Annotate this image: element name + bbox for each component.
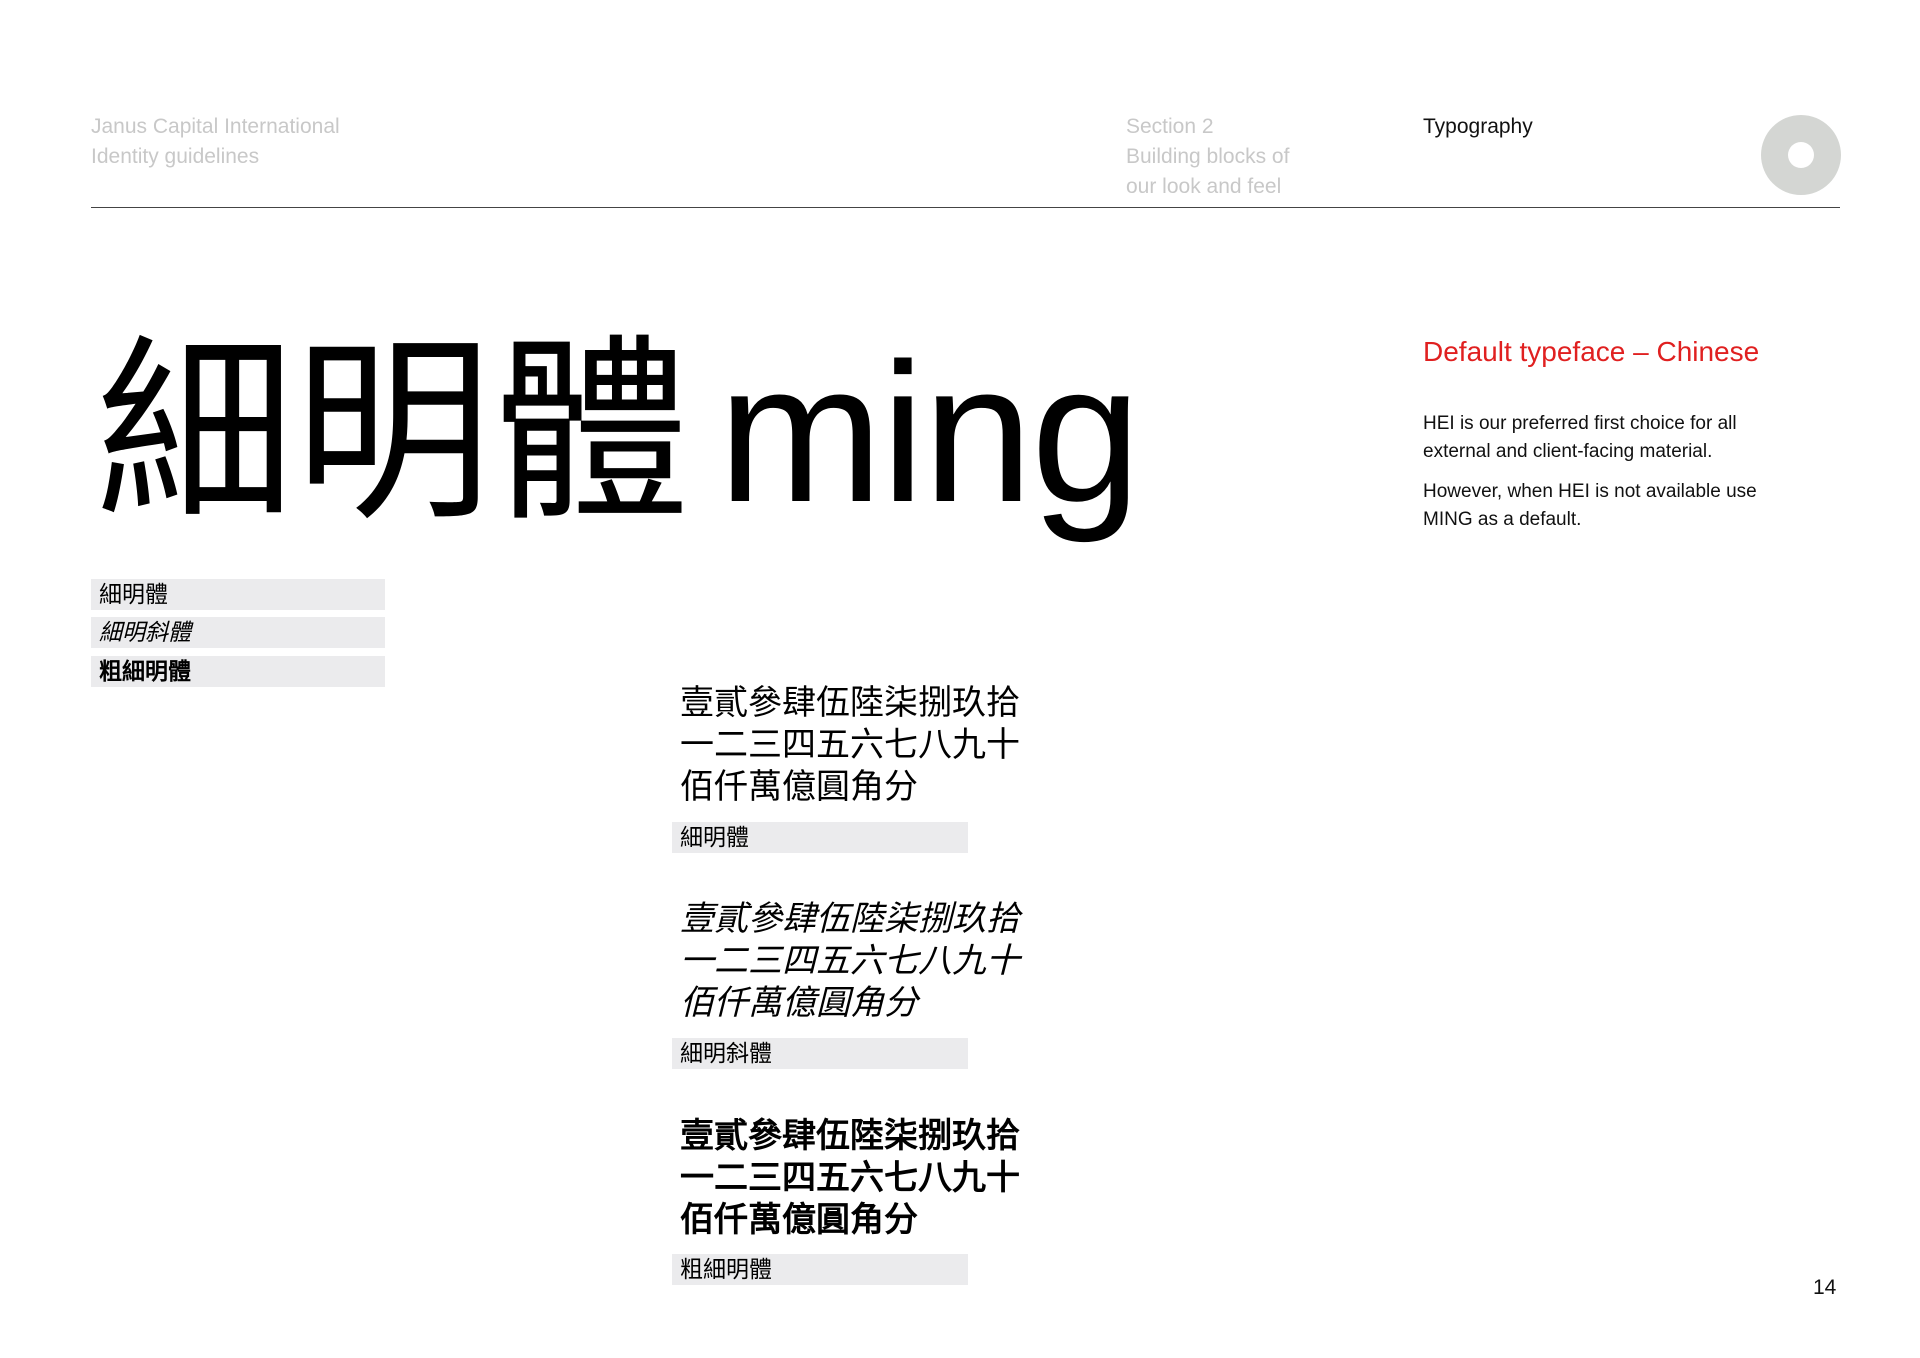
paragraph-line: MING as a default.	[1423, 509, 1582, 530]
paragraph-line: external and client-facing material.	[1423, 441, 1713, 462]
hero-cjk: 細明體	[96, 317, 690, 548]
sample-line: 壹貳參肆伍陸柒捌玖拾	[680, 899, 1020, 939]
hero-title: 細明體 ming	[96, 317, 1141, 548]
weight-tag-regular: 細明體	[91, 579, 385, 610]
hero-latin: ming	[718, 322, 1141, 543]
sample-line: 佰仟萬億圓角分	[680, 983, 918, 1023]
sidebar-paragraph-1: HEI is our preferred first choice for al…	[1423, 410, 1843, 466]
section-title-line-1: Building blocks of	[1126, 145, 1290, 168]
sample-line: 一二三四五六七八九十	[680, 725, 1020, 765]
paragraph-line: However, when HEI is not available use	[1423, 481, 1757, 502]
brand-name: Janus Capital International	[91, 115, 340, 138]
sample-line: 佰仟萬億圓角分	[680, 1200, 918, 1240]
sidebar-paragraph-2: However, when HEI is not available use M…	[1423, 478, 1843, 534]
sample-line: 佰仟萬億圓角分	[680, 767, 918, 807]
page-number: 14	[1813, 1276, 1837, 1299]
sample-line: 壹貳參肆伍陸柒捌玖拾	[680, 683, 1020, 723]
brand-subtitle: Identity guidelines	[91, 145, 260, 168]
section-block: Section 2 Building blocks of our look an…	[1126, 112, 1289, 202]
sample-bold: 壹貳參肆伍陸柒捌玖拾 一二三四五六七八九十 佰仟萬億圓角分	[680, 1115, 1020, 1241]
section-number: Section 2	[1126, 115, 1214, 138]
sample-label-regular: 細明體	[672, 822, 968, 853]
circle-logo-icon	[1761, 115, 1841, 195]
topic-title: Typography	[1423, 115, 1533, 138]
sample-italic: 壹貳參肆伍陸柒捌玖拾 一二三四五六七八九十 佰仟萬億圓角分	[680, 898, 1020, 1024]
sample-line: 一二三四五六七八九十	[680, 1158, 1020, 1198]
section-title-line-2: our look and feel	[1126, 175, 1282, 198]
weight-tag-bold: 粗細明體	[91, 656, 385, 687]
paragraph-line: HEI is our preferred first choice for al…	[1423, 413, 1737, 434]
sample-line: 一二三四五六七八九十	[680, 941, 1020, 981]
weight-tag-italic: 細明斜體	[91, 617, 385, 648]
sample-line: 壹貳參肆伍陸柒捌玖拾	[680, 1116, 1020, 1156]
sample-regular: 壹貳參肆伍陸柒捌玖拾 一二三四五六七八九十 佰仟萬億圓角分	[680, 682, 1020, 808]
sample-label-bold: 粗細明體	[672, 1254, 968, 1285]
sidebar-title: Default typeface – Chinese	[1423, 336, 1760, 367]
circle-logo-center	[1788, 142, 1814, 168]
header-divider	[91, 207, 1840, 208]
brand-block: Janus Capital International Identity gui…	[91, 112, 340, 172]
sample-label-italic: 細明斜體	[672, 1038, 968, 1069]
